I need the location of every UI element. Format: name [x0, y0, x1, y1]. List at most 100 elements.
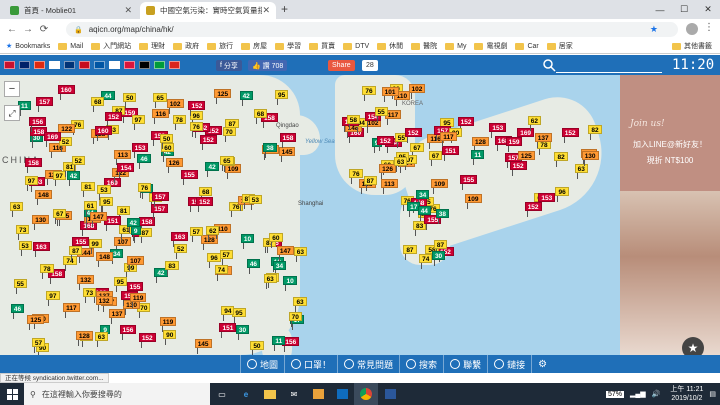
aqi-station-marker[interactable]: 158: [279, 133, 297, 148]
aqi-station-marker[interactable]: 76: [349, 168, 363, 184]
aqi-station-marker[interactable]: 97: [52, 170, 66, 186]
forward-button[interactable]: →: [20, 24, 36, 35]
aqi-station-marker[interactable]: 67: [410, 143, 424, 159]
language-flag-icon[interactable]: [49, 61, 60, 69]
aqi-station-marker[interactable]: 63: [293, 296, 307, 312]
aqi-station-marker[interactable]: 68: [253, 109, 268, 125]
aqi-station-marker[interactable]: 42: [205, 161, 219, 177]
word-icon[interactable]: [378, 383, 402, 405]
aqi-station-marker[interactable]: 163: [171, 232, 189, 248]
aqi-station-marker[interactable]: 96: [189, 110, 203, 126]
aqi-station-marker[interactable]: 83: [165, 260, 179, 276]
nav-links[interactable]: 鏈接: [487, 355, 531, 373]
advertisement-banner[interactable]: Join us! 加入LINE@新好友！ 現折 NT$100: [620, 75, 720, 355]
aqi-station-marker[interactable]: 81: [117, 206, 131, 222]
aqi-station-marker[interactable]: 125: [517, 150, 535, 166]
taskbar-search-input[interactable]: ⚲ 在這裡輸入你要搜尋的: [24, 383, 210, 405]
volume-icon[interactable]: 🔊: [652, 390, 661, 398]
file-explorer-icon[interactable]: [258, 383, 282, 405]
aqi-station-marker[interactable]: 151: [219, 323, 237, 339]
facebook-like-button[interactable]: 👍 讚 708: [248, 60, 288, 71]
aqi-station-marker[interactable]: 151: [442, 145, 459, 161]
aqi-station-marker[interactable]: 95: [274, 90, 289, 105]
aqi-station-marker[interactable]: 42: [66, 171, 81, 187]
aqi-station-marker[interactable]: 95: [100, 196, 114, 212]
aqi-station-marker[interactable]: 107: [127, 255, 144, 271]
aqi-station-marker[interactable]: 61: [83, 200, 98, 216]
aqi-station-marker[interactable]: 74: [214, 265, 228, 281]
aqi-station-marker[interactable]: 109: [431, 178, 448, 194]
aqi-station-marker[interactable]: 132: [95, 295, 113, 311]
url-input[interactable]: 🔒 aqicn.org/map/china/hk/ ★: [66, 22, 678, 37]
aqi-station-marker[interactable]: 169: [517, 127, 535, 143]
task-view-icon[interactable]: ▭: [210, 383, 234, 405]
aqi-station-marker[interactable]: 148: [96, 251, 113, 267]
aqi-station-marker[interactable]: 63: [263, 273, 277, 289]
aqi-station-marker[interactable]: 46: [10, 303, 25, 319]
aqi-station-marker[interactable]: 128: [472, 137, 489, 153]
aqi-station-marker[interactable]: 117: [63, 303, 80, 319]
share-button[interactable]: Share: [328, 60, 355, 71]
aqi-station-marker[interactable]: 30: [431, 250, 446, 266]
aqi-station-marker[interactable]: 145: [194, 339, 212, 355]
language-flag-icon[interactable]: [34, 61, 45, 69]
aqi-station-marker[interactable]: 52: [71, 155, 85, 171]
language-flag-icon[interactable]: [19, 61, 30, 69]
close-tab-icon[interactable]: ✕: [262, 5, 270, 16]
new-tab-button[interactable]: +: [281, 2, 288, 16]
aqi-station-marker[interactable]: 67: [53, 208, 67, 224]
aqi-station-marker[interactable]: 60: [161, 143, 175, 159]
aqi-station-marker[interactable]: 34: [416, 189, 430, 205]
aqi-station-marker[interactable]: 52: [174, 243, 188, 259]
aqi-station-marker[interactable]: 152: [196, 196, 213, 212]
aqi-station-marker[interactable]: 113: [381, 179, 398, 195]
aqi-station-marker[interactable]: 53: [97, 185, 111, 201]
back-button[interactable]: ←: [4, 24, 20, 35]
aqi-map[interactable]: Yellow Sea KOREA Qingdao Shanghai CHINA …: [0, 75, 620, 355]
aqi-station-marker[interactable]: 137: [108, 309, 126, 325]
aqi-station-marker[interactable]: 62: [527, 115, 542, 131]
close-tab-icon[interactable]: ✕: [124, 5, 132, 16]
bookmark-item[interactable]: 入門網站: [91, 41, 131, 51]
aqi-station-marker[interactable]: 130: [581, 151, 599, 167]
bookmark-item[interactable]: 房屋: [241, 41, 267, 51]
language-flag-icon[interactable]: [139, 61, 150, 69]
bookmark-item[interactable]: 理財: [139, 41, 165, 51]
bookmark-item[interactable]: 買賣: [309, 41, 335, 51]
aqi-station-marker[interactable]: 57: [219, 249, 233, 265]
aqi-station-marker[interactable]: 53: [18, 241, 32, 257]
aqi-station-marker[interactable]: 160: [57, 85, 75, 101]
bookmark-item[interactable]: Car: [515, 42, 539, 50]
language-flag-icon[interactable]: [169, 61, 180, 69]
aqi-station-marker[interactable]: 95: [113, 277, 127, 293]
aqi-station-marker[interactable]: 97: [24, 176, 39, 192]
store-icon[interactable]: [306, 383, 330, 405]
aqi-station-marker[interactable]: 126: [379, 164, 396, 180]
aqi-station-marker[interactable]: 152: [524, 202, 542, 218]
aqi-station-marker[interactable]: 155: [460, 174, 478, 190]
battery-indicator[interactable]: 57%: [605, 390, 624, 398]
nav-search[interactable]: 搜索: [399, 355, 443, 373]
aqi-station-marker[interactable]: 53: [248, 194, 263, 210]
aqi-station-marker[interactable]: 81: [81, 181, 95, 197]
nav-faq[interactable]: 常見問題: [337, 355, 399, 373]
aqi-station-marker[interactable]: 78: [40, 263, 54, 279]
aqi-station-marker[interactable]: 113: [114, 150, 131, 166]
language-flag-icon[interactable]: [109, 61, 120, 69]
language-flag-icon[interactable]: [64, 61, 75, 69]
aqi-station-marker[interactable]: 82: [588, 125, 602, 141]
aqi-station-marker[interactable]: 42: [239, 91, 253, 107]
aqi-station-marker[interactable]: 152: [188, 101, 206, 117]
aqi-station-marker[interactable]: 119: [159, 316, 177, 332]
nav-map[interactable]: 地圖: [240, 355, 284, 373]
aqi-station-marker[interactable]: 10: [240, 233, 255, 249]
aqi-station-marker[interactable]: 156: [29, 117, 47, 133]
bookmark-item[interactable]: 醫院: [411, 41, 437, 51]
aqi-station-marker[interactable]: 82: [554, 152, 568, 168]
aqi-station-marker[interactable]: 126: [165, 157, 183, 173]
bookmark-item[interactable]: 政府: [173, 41, 199, 51]
aqi-station-marker[interactable]: 97: [46, 291, 60, 307]
aqi-station-marker[interactable]: 63: [94, 332, 108, 348]
aqi-station-marker[interactable]: 157: [151, 191, 169, 207]
aqi-station-marker[interactable]: 107: [114, 237, 132, 253]
